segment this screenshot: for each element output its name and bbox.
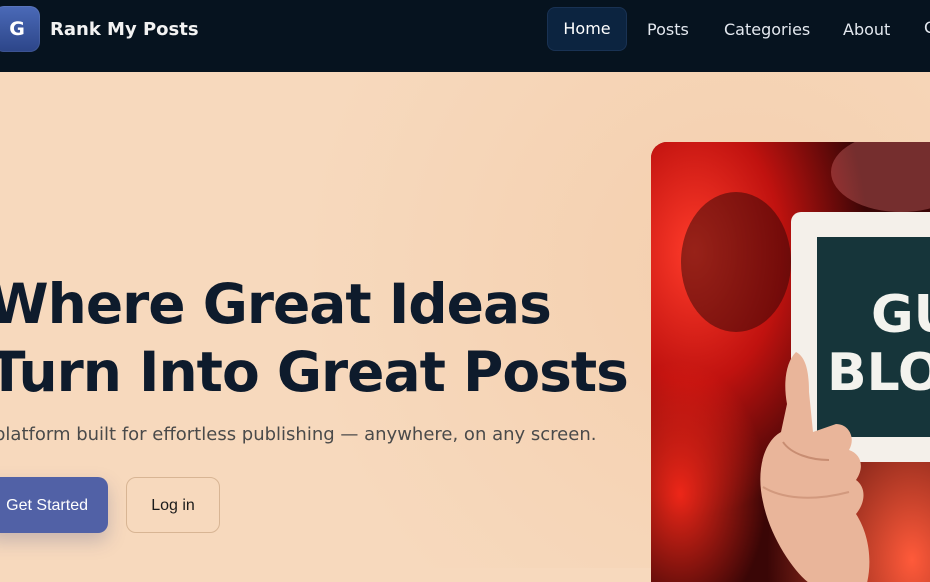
hero-subtitle: platform built for effortless publishing…	[0, 424, 597, 445]
hero-image: GU BLO	[651, 142, 930, 582]
brand-name[interactable]: Rank My Posts	[50, 19, 199, 40]
top-navigation: G Rank My Posts Home Posts Categories Ab…	[0, 0, 930, 72]
logo-icon[interactable]: G	[0, 6, 40, 52]
nav-item-partial[interactable]: C	[924, 18, 930, 38]
nav-item-home-label: Home	[563, 19, 611, 38]
hero-headline: Where Great Ideas Turn Into Great Posts	[0, 270, 629, 406]
guest-blog-photo: GU BLO	[651, 142, 930, 582]
image-text-line-2: BLO	[827, 343, 930, 403]
image-text-line-1: GU	[871, 285, 930, 345]
nav-item-categories[interactable]: Categories	[724, 20, 810, 39]
get-started-button[interactable]: Get Started	[0, 477, 108, 533]
nav-item-posts[interactable]: Posts	[647, 20, 689, 39]
hero-headline-line-1: Where Great Ideas	[0, 272, 552, 336]
nav-item-home[interactable]: Home	[547, 7, 627, 51]
hero-headline-line-2: Turn Into Great Posts	[0, 340, 629, 404]
nav-item-about[interactable]: About	[843, 20, 890, 39]
login-button[interactable]: Log in	[126, 477, 220, 533]
